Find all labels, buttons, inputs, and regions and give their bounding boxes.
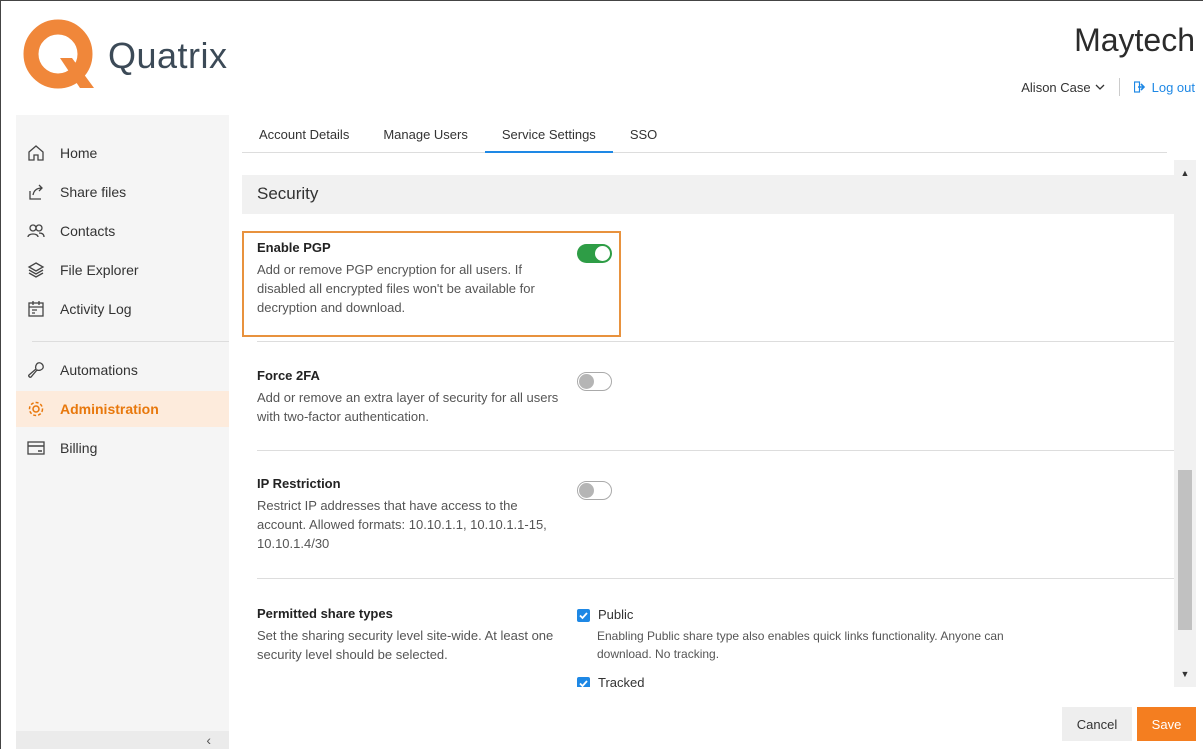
setting-description: Restrict IP addresses that have access t… bbox=[257, 498, 547, 551]
scroll-up-icon[interactable]: ▲ bbox=[1174, 164, 1196, 182]
user-menu[interactable]: Alison Case bbox=[1021, 79, 1105, 95]
home-icon bbox=[26, 143, 46, 163]
force-2fa-toggle[interactable] bbox=[577, 372, 612, 391]
chevron-down-icon bbox=[1095, 84, 1105, 90]
contacts-icon bbox=[26, 221, 46, 241]
sidebar-item-label: Billing bbox=[60, 440, 98, 456]
divider bbox=[257, 341, 1174, 342]
sidebar-item-activity-log[interactable]: Activity Log bbox=[16, 291, 229, 327]
setting-title: Force 2FA bbox=[257, 368, 320, 383]
tracked-label: Tracked bbox=[598, 675, 645, 687]
calendar-icon bbox=[26, 299, 46, 319]
sidebar-item-billing[interactable]: Billing bbox=[16, 430, 229, 466]
logout-icon bbox=[1133, 81, 1145, 93]
sidebar-item-share-files[interactable]: Share files bbox=[16, 174, 229, 210]
tab-bar: Account Details Manage Users Service Set… bbox=[242, 115, 1167, 153]
setting-ip-restriction: IP Restriction Restrict IP addresses tha… bbox=[257, 476, 1174, 553]
user-row: Alison Case Log out bbox=[1021, 78, 1195, 96]
public-description: Enabling Public share type also enables … bbox=[597, 629, 1004, 661]
scroll-thumb[interactable] bbox=[1178, 470, 1192, 630]
divider bbox=[257, 450, 1174, 451]
tab-service-settings[interactable]: Service Settings bbox=[484, 115, 613, 153]
tracked-share-option: Tracked bbox=[577, 675, 644, 687]
setting-description: Set the sharing security level site-wide… bbox=[257, 628, 554, 662]
section-title: Security bbox=[242, 175, 1174, 214]
ip-restriction-toggle[interactable] bbox=[577, 481, 612, 500]
header-divider bbox=[1118, 78, 1120, 96]
check-icon bbox=[579, 680, 588, 687]
logout-link[interactable]: Log out bbox=[1133, 79, 1195, 95]
wrench-icon bbox=[26, 360, 46, 380]
setting-force-2fa: Force 2FA Add or remove an extra layer o… bbox=[257, 368, 1174, 426]
sidebar-item-home[interactable]: Home bbox=[16, 135, 229, 171]
tab-account-details[interactable]: Account Details bbox=[242, 115, 366, 153]
tab-manage-users[interactable]: Manage Users bbox=[366, 115, 485, 153]
setting-description: Add or remove PGP encryption for all use… bbox=[257, 262, 535, 315]
public-label: Public bbox=[598, 607, 634, 622]
gear-icon bbox=[26, 399, 46, 419]
tab-sso[interactable]: SSO bbox=[613, 115, 674, 153]
sidebar-item-administration[interactable]: Administration bbox=[16, 391, 229, 427]
user-name: Alison Case bbox=[1021, 79, 1091, 95]
sidebar: Home Share files Contacts File Explorer … bbox=[16, 115, 229, 749]
pgp-toggle[interactable] bbox=[577, 244, 612, 263]
sidebar-item-label: Activity Log bbox=[60, 301, 132, 317]
content-scrollbar[interactable]: ▲ ▼ bbox=[1174, 160, 1196, 687]
save-button[interactable]: Save bbox=[1137, 707, 1196, 741]
logo-text: Quatrix bbox=[108, 35, 228, 76]
divider bbox=[257, 578, 1174, 579]
public-share-option: Public bbox=[577, 607, 633, 622]
public-checkbox[interactable] bbox=[577, 609, 590, 622]
quatrix-logo-icon bbox=[23, 19, 94, 89]
sidebar-item-label: File Explorer bbox=[60, 262, 139, 278]
sidebar-item-label: Contacts bbox=[60, 223, 116, 239]
layers-icon bbox=[26, 260, 46, 280]
quatrix-logo: Quatrix bbox=[20, 16, 228, 96]
scroll-down-icon[interactable]: ▼ bbox=[1174, 665, 1196, 683]
sidebar-item-automations[interactable]: Automations bbox=[16, 352, 229, 388]
sidebar-item-label: Share files bbox=[60, 184, 127, 200]
setting-title: IP Restriction bbox=[257, 476, 341, 491]
sidebar-item-contacts[interactable]: Contacts bbox=[16, 213, 229, 249]
sidebar-item-label: Administration bbox=[60, 401, 159, 417]
sidebar-divider bbox=[32, 341, 229, 342]
setting-enable-pgp: Enable PGP Add or remove PGP encryption … bbox=[257, 240, 1174, 317]
check-icon bbox=[579, 612, 588, 620]
card-icon bbox=[26, 438, 46, 458]
setting-description: Add or remove an extra layer of security… bbox=[257, 390, 559, 424]
logout-label: Log out bbox=[1151, 79, 1195, 95]
org-name: Maytech bbox=[1074, 22, 1195, 58]
share-icon bbox=[26, 182, 46, 202]
cancel-button[interactable]: Cancel bbox=[1062, 707, 1132, 741]
sidebar-item-file-explorer[interactable]: File Explorer bbox=[16, 252, 229, 288]
sidebar-collapse-button[interactable]: ‹ bbox=[16, 731, 229, 749]
tracked-checkbox[interactable] bbox=[577, 677, 590, 687]
sidebar-item-label: Home bbox=[60, 145, 98, 161]
settings-panel: Security Enable PGP Add or remove PGP en… bbox=[242, 160, 1174, 687]
sidebar-item-label: Automations bbox=[60, 362, 138, 378]
setting-title: Permitted share types bbox=[257, 606, 393, 621]
setting-title: Enable PGP bbox=[257, 240, 331, 255]
